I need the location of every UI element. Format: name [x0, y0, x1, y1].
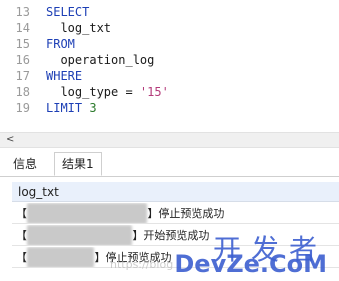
line-number: 14	[15, 21, 30, 35]
line-number: 19	[15, 101, 30, 115]
code-text: log_type = '15'	[46, 85, 169, 99]
line-number: 17	[15, 69, 30, 83]
code-text: operation_log	[46, 53, 155, 67]
redacted-text: S___________	[27, 247, 95, 267]
line-number: 18	[15, 85, 30, 99]
code-text: LIMIT 3	[46, 101, 97, 115]
cell-prefix: 【	[16, 229, 27, 242]
cell-suffix: 】停止预览成功	[147, 207, 225, 220]
tab-info[interactable]: 信息	[6, 153, 44, 175]
code-text: WHERE	[46, 69, 83, 83]
redacted-text: SS_Y2K500指台三通	[27, 225, 133, 245]
line-number: 15	[15, 37, 30, 51]
code-line: 15 FROM	[0, 36, 339, 52]
code-line: 19 LIMIT 3	[0, 100, 339, 116]
line-number: 13	[15, 5, 30, 19]
code-text: SELECT	[46, 5, 90, 19]
line-number: 16	[15, 53, 30, 67]
code-line: 18 log_type = '15'	[0, 84, 339, 100]
tab-result-1[interactable]: 结果1	[54, 152, 102, 176]
code-line: 16 operation_log	[0, 52, 339, 68]
watermark-url: https://blog	[110, 258, 174, 271]
code-line: 13 SELECT	[0, 4, 339, 20]
cell-prefix: 【	[16, 251, 27, 264]
code-text: FROM	[46, 37, 75, 51]
code-text: log_txt	[46, 21, 112, 35]
scroll-left-arrow-icon[interactable]: <	[6, 134, 14, 146]
redacted-text: C6_0134K679枚台三通	[27, 203, 148, 223]
cell-suffix: 】开始预览成功	[132, 229, 210, 242]
table-row[interactable]: 【S___________】停止预览成功	[12, 247, 339, 268]
code-line: 17 WHERE	[0, 68, 339, 84]
table-row[interactable]: 【SS_Y2K500指台三通】开始预览成功	[12, 225, 339, 246]
sql-editor[interactable]: 13 SELECT 14 log_txt 15 FROM 16 operatio…	[0, 0, 339, 132]
horizontal-scrollbar[interactable]: <	[0, 132, 339, 148]
column-header-log-txt[interactable]: log_txt	[12, 182, 339, 202]
cell-prefix: 【	[16, 207, 27, 220]
code-line: 14 log_txt	[0, 20, 339, 36]
table-row[interactable]: 【C6_0134K679枚台三通】停止预览成功	[12, 203, 339, 224]
result-tabs: 信息 结果1	[0, 152, 339, 177]
